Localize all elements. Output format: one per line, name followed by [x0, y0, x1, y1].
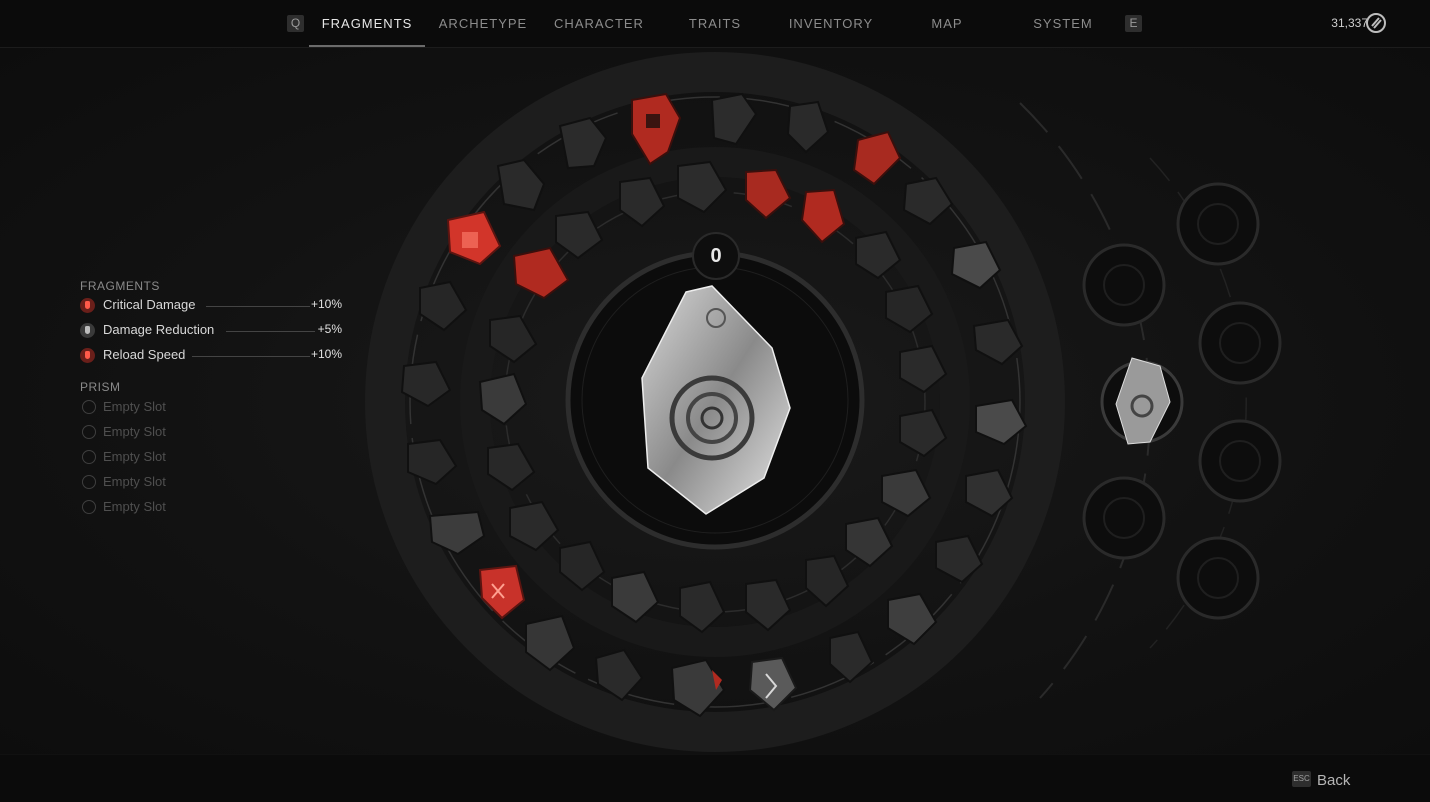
stat-name: Damage Reduction [103, 322, 215, 337]
stat-name: Reload Speed [103, 347, 186, 362]
prism-slot[interactable]: Empty Slot [80, 471, 345, 496]
next-tab-key[interactable]: E [1125, 15, 1142, 32]
prism-slot[interactable]: Empty Slot [80, 496, 345, 521]
esc-key-icon[interactable]: ESC [1292, 771, 1311, 787]
prism-socket[interactable] [1198, 301, 1282, 385]
slot-label: Empty Slot [103, 399, 166, 414]
top-nav-bar: Q FRAGMENTS ARCHETYPE CHARACTER TRAITS I… [0, 0, 1430, 48]
prism-slot[interactable]: Empty Slot [80, 421, 345, 446]
stat-row-damage-reduction: Damage Reduction +5% [80, 320, 345, 345]
stat-row-reload-speed: Reload Speed +10% [80, 345, 345, 370]
footer-bar [0, 755, 1430, 802]
prism-socket[interactable] [1100, 357, 1184, 445]
tab-archetype[interactable]: ARCHETYPE [430, 0, 536, 47]
prism-socket[interactable] [1198, 419, 1282, 503]
stats-panel: FRAGMENTS Critical Damage +10% Damage Re… [80, 279, 345, 521]
prism-heading: PRISM [80, 380, 121, 394]
prism-slot[interactable]: Empty Slot [80, 446, 345, 471]
tab-character[interactable]: CHARACTER [546, 0, 652, 47]
critical-damage-icon [80, 298, 95, 313]
tab-map[interactable]: MAP [894, 0, 1000, 47]
prism-slot[interactable]: Empty Slot [80, 396, 345, 421]
scrap-icon [1366, 13, 1386, 33]
empty-slot-icon [82, 475, 96, 489]
divider [192, 356, 310, 357]
currency-amount: 31,337 [1331, 16, 1368, 30]
slot-label: Empty Slot [103, 474, 166, 489]
stat-row-critical-damage: Critical Damage +10% [80, 295, 345, 320]
stat-name: Critical Damage [103, 297, 196, 312]
reload-speed-icon [80, 348, 95, 363]
empty-slot-icon [82, 450, 96, 464]
tab-fragments[interactable]: FRAGMENTS [309, 0, 425, 47]
damage-reduction-icon [80, 323, 95, 338]
tab-system[interactable]: SYSTEM [1010, 0, 1116, 47]
tab-traits[interactable]: TRAITS [662, 0, 768, 47]
empty-slot-icon [82, 400, 96, 414]
empty-slot-icon [82, 425, 96, 439]
tab-inventory[interactable]: INVENTORY [778, 0, 884, 47]
fragment-counter: 0 [692, 232, 740, 280]
slot-label: Empty Slot [103, 499, 166, 514]
prism-socket[interactable] [1176, 182, 1260, 266]
slot-label: Empty Slot [103, 449, 166, 464]
stat-value: +10% [310, 297, 342, 311]
prism-socket[interactable] [1082, 476, 1166, 560]
divider [226, 331, 315, 332]
prism-socket[interactable] [1176, 536, 1260, 620]
stat-value: +5% [317, 322, 342, 336]
back-button[interactable]: Back [1317, 772, 1350, 789]
prev-tab-key[interactable]: Q [287, 15, 304, 32]
slot-label: Empty Slot [103, 424, 166, 439]
stat-value: +10% [310, 347, 342, 361]
divider [206, 306, 310, 307]
empty-slot-icon [82, 500, 96, 514]
prism-socket[interactable] [1082, 243, 1166, 327]
fragments-heading: FRAGMENTS [80, 279, 160, 293]
